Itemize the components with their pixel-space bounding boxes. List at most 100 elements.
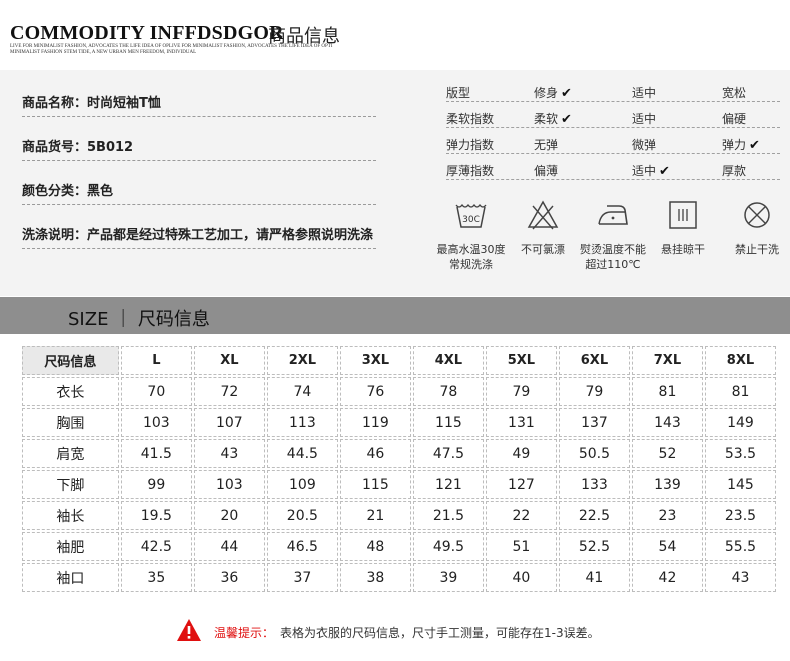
attribute-row-thickness: 厚薄指数 偏薄 适中 ✔ 厚款	[446, 158, 780, 184]
table-cell: 72	[193, 377, 265, 406]
table-cell: 145	[704, 470, 776, 499]
table-row-label: 肩宽	[22, 439, 119, 468]
product-code-row: 商品货号：5B012	[22, 118, 376, 162]
product-name: 商品名称：时尚短袖T恤	[22, 96, 161, 111]
divider	[446, 153, 780, 154]
table-cell: 78	[412, 377, 484, 406]
table-cell: 115	[412, 408, 484, 437]
attribute-label: 厚薄指数	[446, 164, 495, 178]
table-cell: 20	[193, 501, 265, 530]
header: COMMODITY INFFDSDGOR 商品信息 LIVE FOR MINIM…	[10, 8, 780, 68]
table-cell: 139	[631, 470, 703, 499]
table-cell: 46	[339, 439, 411, 468]
table-cell: 79	[485, 377, 557, 406]
table-cell: 53.5	[704, 439, 776, 468]
size-table: 尺码信息 L XL 2XL 3XL 4XL 5XL 6XL 7XL 8XL 衣长 70 72 74 76 7…	[20, 344, 778, 594]
care-caption: 最高水温30度 常规洗涤	[436, 243, 506, 271]
table-row-label: 下脚	[22, 470, 119, 499]
table-cell: 70	[120, 377, 192, 406]
table-cell: 137	[558, 408, 630, 437]
attribute-option: 偏薄	[534, 164, 559, 178]
table-row: 袖口 35 36 37 38 39 40 41 42 43	[22, 563, 776, 592]
table-cell: 51	[485, 532, 557, 561]
table-cell: 50.5	[558, 439, 630, 468]
table-cell: 52.5	[558, 532, 630, 561]
wash-instruction: 洗涤说明：产品都是经过特殊工艺加工，请严格参照说明洗涤	[22, 228, 374, 243]
table-row-label: 衣长	[22, 377, 119, 406]
wash-30-icon: 30C	[436, 198, 506, 232]
table-cell: 55.5	[704, 532, 776, 561]
table-cell: 113	[266, 408, 338, 437]
care-no-dry-clean: 禁止干洗	[722, 198, 790, 257]
table-cell: 127	[485, 470, 557, 499]
divider	[22, 116, 376, 117]
table-cell: 109	[266, 470, 338, 499]
table-cell: 43	[193, 439, 265, 468]
product-code: 商品货号：5B012	[22, 140, 134, 155]
divider	[446, 127, 780, 128]
table-cell: 115	[339, 470, 411, 499]
table-cell: 21.5	[412, 501, 484, 530]
table-header-size: XL	[193, 346, 265, 375]
table-row: 衣长 70 72 74 76 78 79 79 81 81	[22, 377, 776, 406]
no-bleach-icon	[508, 198, 578, 232]
table-cell: 79	[558, 377, 630, 406]
care-caption: 悬挂晾干	[661, 243, 705, 256]
care-iron: 熨烫温度不能 超过110℃	[578, 198, 648, 272]
table-row: 下脚 99 103 109 115 121 127 133 139 145	[22, 470, 776, 499]
table-cell: 81	[704, 377, 776, 406]
table-cell: 42.5	[120, 532, 192, 561]
attribute-option: 厚款	[722, 164, 747, 178]
table-cell: 43	[704, 563, 776, 592]
divider	[22, 160, 376, 161]
attribute-option: 宽松	[722, 86, 747, 100]
table-cell: 52	[631, 439, 703, 468]
table-cell: 49.5	[412, 532, 484, 561]
table-row: 胸围 103 107 113 119 115 131 137 143 149	[22, 408, 776, 437]
table-header-size: 5XL	[485, 346, 557, 375]
table-cell: 21	[339, 501, 411, 530]
table-cell: 119	[339, 408, 411, 437]
attribute-row-fit: 版型 修身 ✔ 适中 宽松	[446, 80, 780, 106]
table-cell: 41	[558, 563, 630, 592]
table-row-label: 胸围	[22, 408, 119, 437]
table-cell: 22	[485, 501, 557, 530]
divider	[22, 204, 376, 205]
tagline: LIVE FOR MINIMALIST FASHION, ADVOCATES T…	[10, 44, 333, 55]
table-cell: 121	[412, 470, 484, 499]
table-cell: 44	[193, 532, 265, 561]
no-tumble-dry-icon	[722, 198, 790, 232]
attribute-row-elasticity: 弹力指数 无弹 微弹 弹力 ✔	[446, 132, 780, 158]
table-header-size: 2XL	[266, 346, 338, 375]
table-cell: 19.5	[120, 501, 192, 530]
table-cell: 37	[266, 563, 338, 592]
attribute-label: 柔软指数	[446, 112, 495, 126]
attribute-option: 偏硬	[722, 112, 747, 126]
table-cell: 74	[266, 377, 338, 406]
table-cell: 76	[339, 377, 411, 406]
table-cell: 23.5	[704, 501, 776, 530]
table-header-size: 3XL	[339, 346, 411, 375]
care-caption: 禁止干洗	[735, 243, 779, 256]
tip-text: 表格为衣服的尺码信息，尺寸手工测量，可能存在1-3误差。	[280, 626, 600, 640]
attribute-label: 版型	[446, 86, 471, 100]
table-header-size: L	[120, 346, 192, 375]
attribute-option: 柔软 ✔	[534, 112, 572, 127]
product-name-row: 商品名称：时尚短袖T恤	[22, 74, 376, 118]
table-row: 肩宽 41.5 43 44.5 46 47.5 49 50.5 52 53.5	[22, 439, 776, 468]
divider	[446, 101, 780, 102]
warning-icon	[176, 618, 202, 646]
table-cell: 35	[120, 563, 192, 592]
divider	[446, 179, 780, 180]
attribute-option: 适中	[632, 112, 657, 126]
attribute-option: 微弹	[632, 138, 657, 152]
attribute-label: 弹力指数	[446, 138, 495, 152]
table-header-size: 7XL	[631, 346, 703, 375]
care-no-bleach: 不可氯漂	[508, 198, 578, 257]
table-row-label: 袖长	[22, 501, 119, 530]
iron-icon	[578, 198, 648, 232]
table-row: 袖肥 42.5 44 46.5 48 49.5 51 52.5 54 55.5	[22, 532, 776, 561]
care-hang-dry: 悬挂晾干	[648, 198, 718, 257]
table-cell: 131	[485, 408, 557, 437]
table-row-label: 袖肥	[22, 532, 119, 561]
